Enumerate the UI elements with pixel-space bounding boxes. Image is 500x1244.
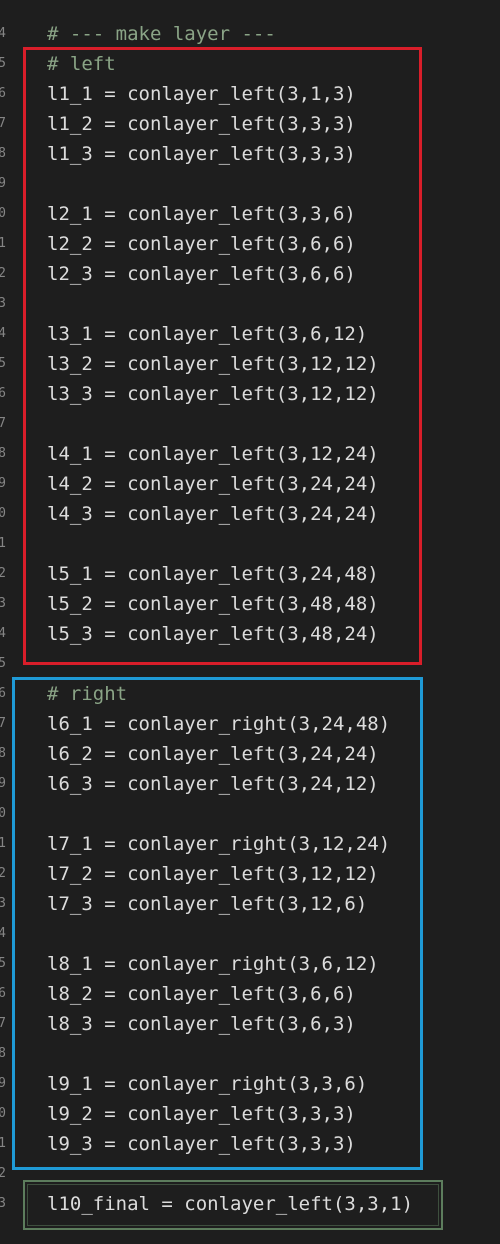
line-number: 2: [0, 1166, 6, 1181]
line-number: 4: [0, 926, 6, 941]
line-number: 0: [0, 206, 6, 221]
right-code-line[interactable]: l8_2 = conlayer_left(3,6,6): [47, 979, 356, 1009]
line-number-gutter: 4 5 6 7 8 9 0 1 2 3 4 5 6 7 8 9 0 1 2 3 4 5 6 7 8 9 0 1 2 3 4 5 6 7 8 9 0 1 2 3: [0, 0, 8, 1244]
right-code-line[interactable]: l7_3 = conlayer_left(3,12,6): [47, 889, 367, 919]
right-code-line[interactable]: l9_1 = conlayer_right(3,3,6): [47, 1069, 367, 1099]
line-number: 0: [0, 506, 6, 521]
line-number: 3: [0, 896, 6, 911]
left-code-line[interactable]: l2_2 = conlayer_left(3,6,6): [47, 229, 356, 259]
right-code-line[interactable]: l9_3 = conlayer_left(3,3,3): [47, 1129, 356, 1159]
line-number: 7: [0, 116, 6, 131]
left-code-line[interactable]: l3_1 = conlayer_left(3,6,12): [47, 319, 367, 349]
line-number: 6: [0, 986, 6, 1001]
line-number: 9: [0, 776, 6, 791]
line-number: 4: [0, 326, 6, 341]
line-number: 5: [0, 356, 6, 371]
line-number: 1: [0, 1136, 6, 1151]
line-number: 6: [0, 86, 6, 101]
left-code-line[interactable]: l1_1 = conlayer_left(3,1,3): [47, 79, 356, 109]
left-code-line[interactable]: l4_1 = conlayer_left(3,12,24): [47, 439, 379, 469]
header-comment: # --- make layer ---: [47, 23, 276, 45]
right-code-line[interactable]: l6_3 = conlayer_left(3,24,12): [47, 769, 379, 799]
left-code-line[interactable]: l5_1 = conlayer_left(3,24,48): [47, 559, 379, 589]
line-number: 2: [0, 566, 6, 581]
line-number: 8: [0, 146, 6, 161]
line-number: 4: [0, 26, 6, 41]
line-number: 9: [0, 476, 6, 491]
left-code-line[interactable]: l3_2 = conlayer_left(3,12,12): [47, 349, 379, 379]
line-number: 4: [0, 626, 6, 641]
right-code-line[interactable]: l7_1 = conlayer_right(3,12,24): [47, 829, 390, 859]
right-code-line[interactable]: l6_2 = conlayer_left(3,24,24): [47, 739, 379, 769]
right-code-line[interactable]: l8_1 = conlayer_right(3,6,12): [47, 949, 379, 979]
left-code-line[interactable]: l2_3 = conlayer_left(3,6,6): [47, 259, 356, 289]
left-code-line[interactable]: l5_3 = conlayer_left(3,48,24): [47, 619, 379, 649]
line-number: 8: [0, 1046, 6, 1061]
line-number: 7: [0, 1016, 6, 1031]
line-number: 9: [0, 176, 6, 191]
line-number: 5: [0, 956, 6, 971]
left-code-line[interactable]: l5_2 = conlayer_left(3,48,48): [47, 589, 379, 619]
line-number: 5: [0, 56, 6, 71]
line-number: 7: [0, 716, 6, 731]
right-code-line[interactable]: l9_2 = conlayer_left(3,3,3): [47, 1099, 356, 1129]
right-code-line[interactable]: l8_3 = conlayer_left(3,6,3): [47, 1009, 356, 1039]
line-number: 6: [0, 686, 6, 701]
left-code-line[interactable]: l2_1 = conlayer_left(3,3,6): [47, 199, 356, 229]
line-number: 1: [0, 836, 6, 851]
line-number: 3: [0, 1196, 6, 1211]
left-section-comment: # left: [47, 53, 116, 75]
right-section-comment: # right: [47, 683, 128, 705]
right-code-line[interactable]: l6_1 = conlayer_right(3,24,48): [47, 709, 390, 739]
line-number: 6: [0, 386, 6, 401]
line-number: 0: [0, 806, 6, 821]
left-code-line[interactable]: l4_2 = conlayer_left(3,24,24): [47, 469, 379, 499]
left-code-line[interactable]: l4_3 = conlayer_left(3,24,24): [47, 499, 379, 529]
left-code-line[interactable]: l1_2 = conlayer_left(3,3,3): [47, 109, 356, 139]
line-number: 2: [0, 866, 6, 881]
line-number: 2: [0, 266, 6, 281]
final-layer-line[interactable]: l10_final = conlayer_left(3,3,1): [47, 1189, 413, 1219]
line-number: 0: [0, 1106, 6, 1121]
line-number: 8: [0, 746, 6, 761]
line-number: 7: [0, 416, 6, 431]
line-number: 5: [0, 656, 6, 671]
line-number: 3: [0, 296, 6, 311]
right-code-line[interactable]: l7_2 = conlayer_left(3,12,12): [47, 859, 379, 889]
line-number: 3: [0, 596, 6, 611]
left-code-line[interactable]: l3_3 = conlayer_left(3,12,12): [47, 379, 379, 409]
line-number: 1: [0, 236, 6, 251]
line-number: 9: [0, 1076, 6, 1091]
line-number: 8: [0, 446, 6, 461]
line-number: 1: [0, 536, 6, 551]
left-code-line[interactable]: l1_3 = conlayer_left(3,3,3): [47, 139, 356, 169]
